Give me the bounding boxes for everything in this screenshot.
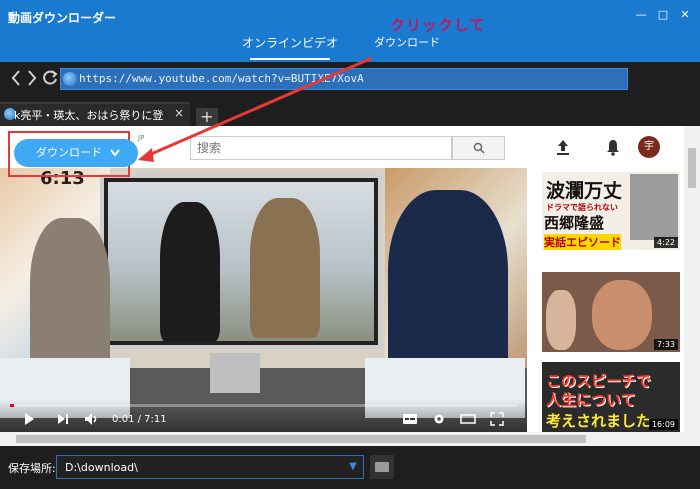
upload-icon[interactable]: [555, 138, 571, 156]
fullscreen-icon[interactable]: [490, 412, 504, 430]
save-location-select[interactable]: ▼: [56, 455, 364, 479]
video-progress-bar[interactable]: [10, 404, 517, 407]
video-person: [250, 198, 320, 338]
video-progress-fill: [10, 404, 15, 407]
thumbnail-1[interactable]: 波瀾万丈 ドラマで語られない 西郷隆盛 実話エピソード 4:22: [542, 172, 680, 250]
video-monitor-stand: [210, 353, 260, 393]
thumbnail-person: [546, 290, 576, 350]
thumbnail-2-duration: 7:33: [654, 339, 678, 350]
globe-icon: [63, 72, 77, 86]
video-person: [30, 218, 110, 378]
horizontal-scroll-thumb[interactable]: [16, 435, 586, 443]
video-person: [160, 202, 220, 342]
minimize-button[interactable]: —: [634, 8, 648, 22]
maximize-button[interactable]: □: [656, 8, 670, 22]
video-monitor-scene: [108, 182, 374, 341]
url-text: https://www.youtube.com/watch?v=BUTIXE7X…: [79, 72, 364, 85]
thumbnail-3[interactable]: このスピーチで 人生について 考えされました 16:09: [542, 362, 680, 432]
video-studio-monitor: [100, 174, 382, 349]
nav-bar: https://www.youtube.com/watch?v=BUTIXE7X…: [0, 62, 700, 96]
app-title: 動画ダウンローダー: [8, 11, 117, 25]
new-tab-button[interactable]: +: [196, 108, 218, 128]
chevron-right-icon[interactable]: [26, 68, 38, 93]
thumbnail-3-line-2: 人生について: [546, 391, 636, 409]
vertical-scroll-thumb[interactable]: [688, 148, 696, 188]
video-time: 0:01 / 7:11: [112, 414, 167, 425]
play-icon[interactable]: [22, 412, 36, 430]
volume-icon[interactable]: [84, 412, 100, 430]
search-input[interactable]: [191, 137, 451, 159]
vertical-scrollbar[interactable]: [684, 126, 700, 446]
thumbnail-1-line-3: 西郷隆盛: [544, 214, 605, 232]
thumbnail-2[interactable]: 7:33: [542, 272, 680, 352]
app-window: 動画ダウンローダー — □ ✕ オンラインビデオ ダウンロード クリックして h…: [0, 0, 700, 489]
video-player[interactable]: 6:13 0:01 / 7:11: [0, 168, 527, 432]
url-bar[interactable]: https://www.youtube.com/watch?v=BUTIXE7X…: [60, 68, 628, 90]
tab-online-video[interactable]: オンラインビデオ: [240, 33, 340, 62]
folder-button[interactable]: [370, 455, 394, 479]
bottom-bar: 保存場所: ▼: [0, 446, 700, 489]
search-button[interactable]: [452, 136, 505, 160]
chevron-left-icon[interactable]: [10, 68, 22, 93]
theater-mode-icon[interactable]: [460, 412, 476, 430]
next-icon[interactable]: [56, 412, 70, 430]
search-field[interactable]: [190, 136, 452, 160]
save-location-label: 保存場所:: [8, 462, 56, 475]
close-tab-icon[interactable]: ×: [174, 106, 184, 120]
thumbnail-3-line-1: このスピーチで: [546, 372, 652, 390]
browser-tab[interactable]: k亮平・瑛太、おはら祭りに登 ×: [0, 102, 190, 126]
tab-download[interactable]: ダウンロード: [372, 33, 442, 53]
tab-online-video-label: オンラインビデオ: [241, 36, 338, 50]
save-location-input[interactable]: [57, 456, 337, 479]
window-controls: — □ ✕: [634, 8, 692, 22]
active-tab-indicator: [250, 58, 330, 60]
browser-tab-strip: k亮平・瑛太、おはら祭りに登 ×: [0, 96, 700, 126]
chevron-down-icon[interactable]: ▼: [343, 456, 363, 478]
title-bar: 動画ダウンローダー — □ ✕ オンラインビデオ ダウンロード クリックして: [0, 0, 700, 62]
site-logo-region: JP: [138, 134, 145, 142]
avatar[interactable]: 宇: [638, 136, 660, 158]
thumbnail-3-duration: 16:09: [648, 419, 678, 430]
reload-icon[interactable]: [42, 68, 58, 93]
download-button-label: ダウンロード: [36, 146, 102, 159]
thumbnail-1-duration: 4:22: [654, 237, 678, 248]
download-button[interactable]: ダウンロード: [14, 139, 138, 167]
bell-icon[interactable]: [605, 138, 621, 156]
chevron-down-icon: [110, 139, 120, 178]
video-controls: 0:01 / 7:11: [0, 400, 527, 432]
thumbnail-1-line-1: 波瀾万丈: [546, 180, 623, 202]
annotation-text: クリックして: [390, 16, 486, 34]
horizontal-scrollbar[interactable]: [0, 432, 684, 446]
thumbnail-3-line-3: 考えされました: [546, 412, 652, 430]
search-icon: [473, 142, 485, 154]
thumbnail-portrait: [630, 174, 678, 240]
browser-tab-label: k亮平・瑛太、おはら祭りに登: [14, 109, 164, 122]
close-button[interactable]: ✕: [678, 8, 692, 22]
gear-icon[interactable]: [432, 412, 446, 430]
subtitles-icon[interactable]: [402, 412, 418, 430]
thumbnail-1-line-4: 実話エピソード: [544, 234, 621, 250]
folder-icon: [375, 462, 389, 472]
thumbnail-person: [592, 280, 652, 350]
